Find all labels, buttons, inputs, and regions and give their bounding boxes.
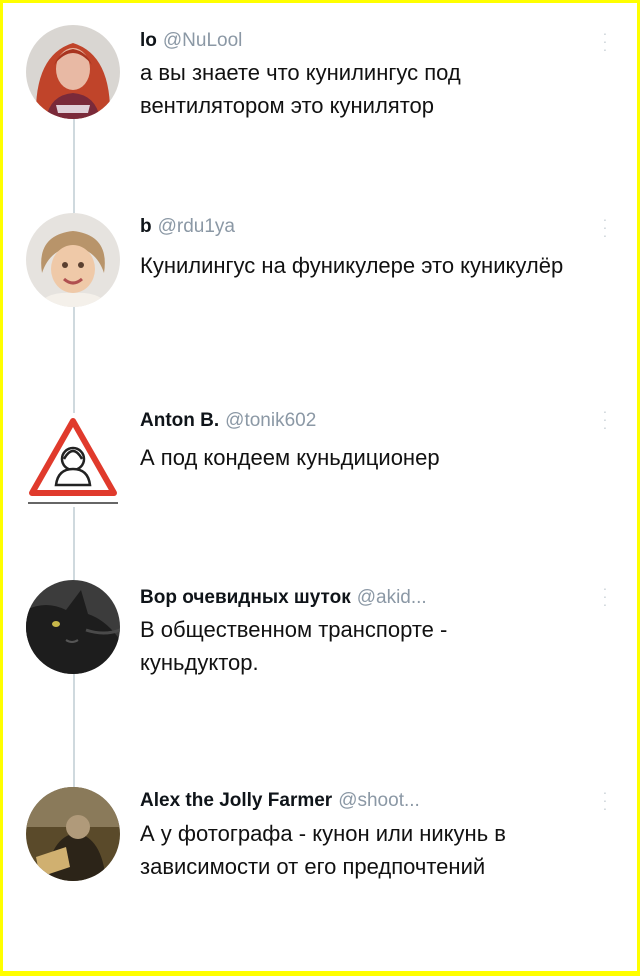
author-name[interactable]: lo bbox=[140, 30, 157, 51]
more-options-icon[interactable]: · · · bbox=[598, 581, 612, 611]
author-name[interactable]: Alex the Jolly Farmer bbox=[140, 790, 332, 811]
tweet-header: b @rdu1ya bbox=[140, 215, 235, 239]
author-handle[interactable]: @shoot... bbox=[338, 790, 420, 811]
author-handle[interactable]: @akid... bbox=[357, 587, 427, 608]
tweet-header: Вор очевидных шуток @akid... bbox=[140, 586, 427, 610]
child-photo-avatar-icon[interactable] bbox=[26, 213, 120, 307]
more-options-icon[interactable]: · · · bbox=[598, 785, 612, 815]
more-options-icon[interactable]: · · · bbox=[598, 212, 612, 242]
author-name[interactable]: Вор очевидных шуток bbox=[140, 587, 351, 608]
tweet-text: Кунилингус на фуникулере это куникулёр bbox=[140, 253, 564, 278]
tweet-header: Alex the Jolly Farmer @shoot... bbox=[140, 789, 420, 813]
tweet-header: Anton B. @tonik602 bbox=[140, 409, 316, 433]
author-name[interactable]: b bbox=[140, 216, 152, 237]
author-name[interactable]: Anton B. bbox=[140, 410, 219, 431]
photo-dark-avatar-icon[interactable] bbox=[26, 787, 120, 881]
tweet-text: а вы знаете что кунилингус под вентилято… bbox=[140, 60, 461, 118]
tweet-text: А у фотографа - кунон или никунь в завис… bbox=[140, 821, 506, 879]
tweet-text: В общественном транспорте - куньдуктор. bbox=[140, 617, 448, 675]
tweet-text: А под кондеем куньдиционер bbox=[140, 445, 440, 470]
author-handle[interactable]: @NuLool bbox=[163, 30, 243, 51]
more-options-icon[interactable]: · · · bbox=[598, 26, 612, 56]
tweet-thread: lo @NuLool а вы знаете что кунилингус под… bbox=[3, 3, 637, 971]
tweet-header: lo @NuLool bbox=[140, 29, 242, 53]
warning-sign-avatar-icon[interactable] bbox=[26, 413, 120, 507]
author-handle[interactable]: @tonik602 bbox=[225, 410, 316, 431]
more-options-icon[interactable]: · · · bbox=[598, 404, 612, 434]
author-handle[interactable]: @rdu1ya bbox=[158, 216, 235, 237]
girl-red-hair-avatar-icon[interactable] bbox=[26, 25, 120, 119]
black-cat-avatar-icon[interactable] bbox=[26, 580, 120, 674]
